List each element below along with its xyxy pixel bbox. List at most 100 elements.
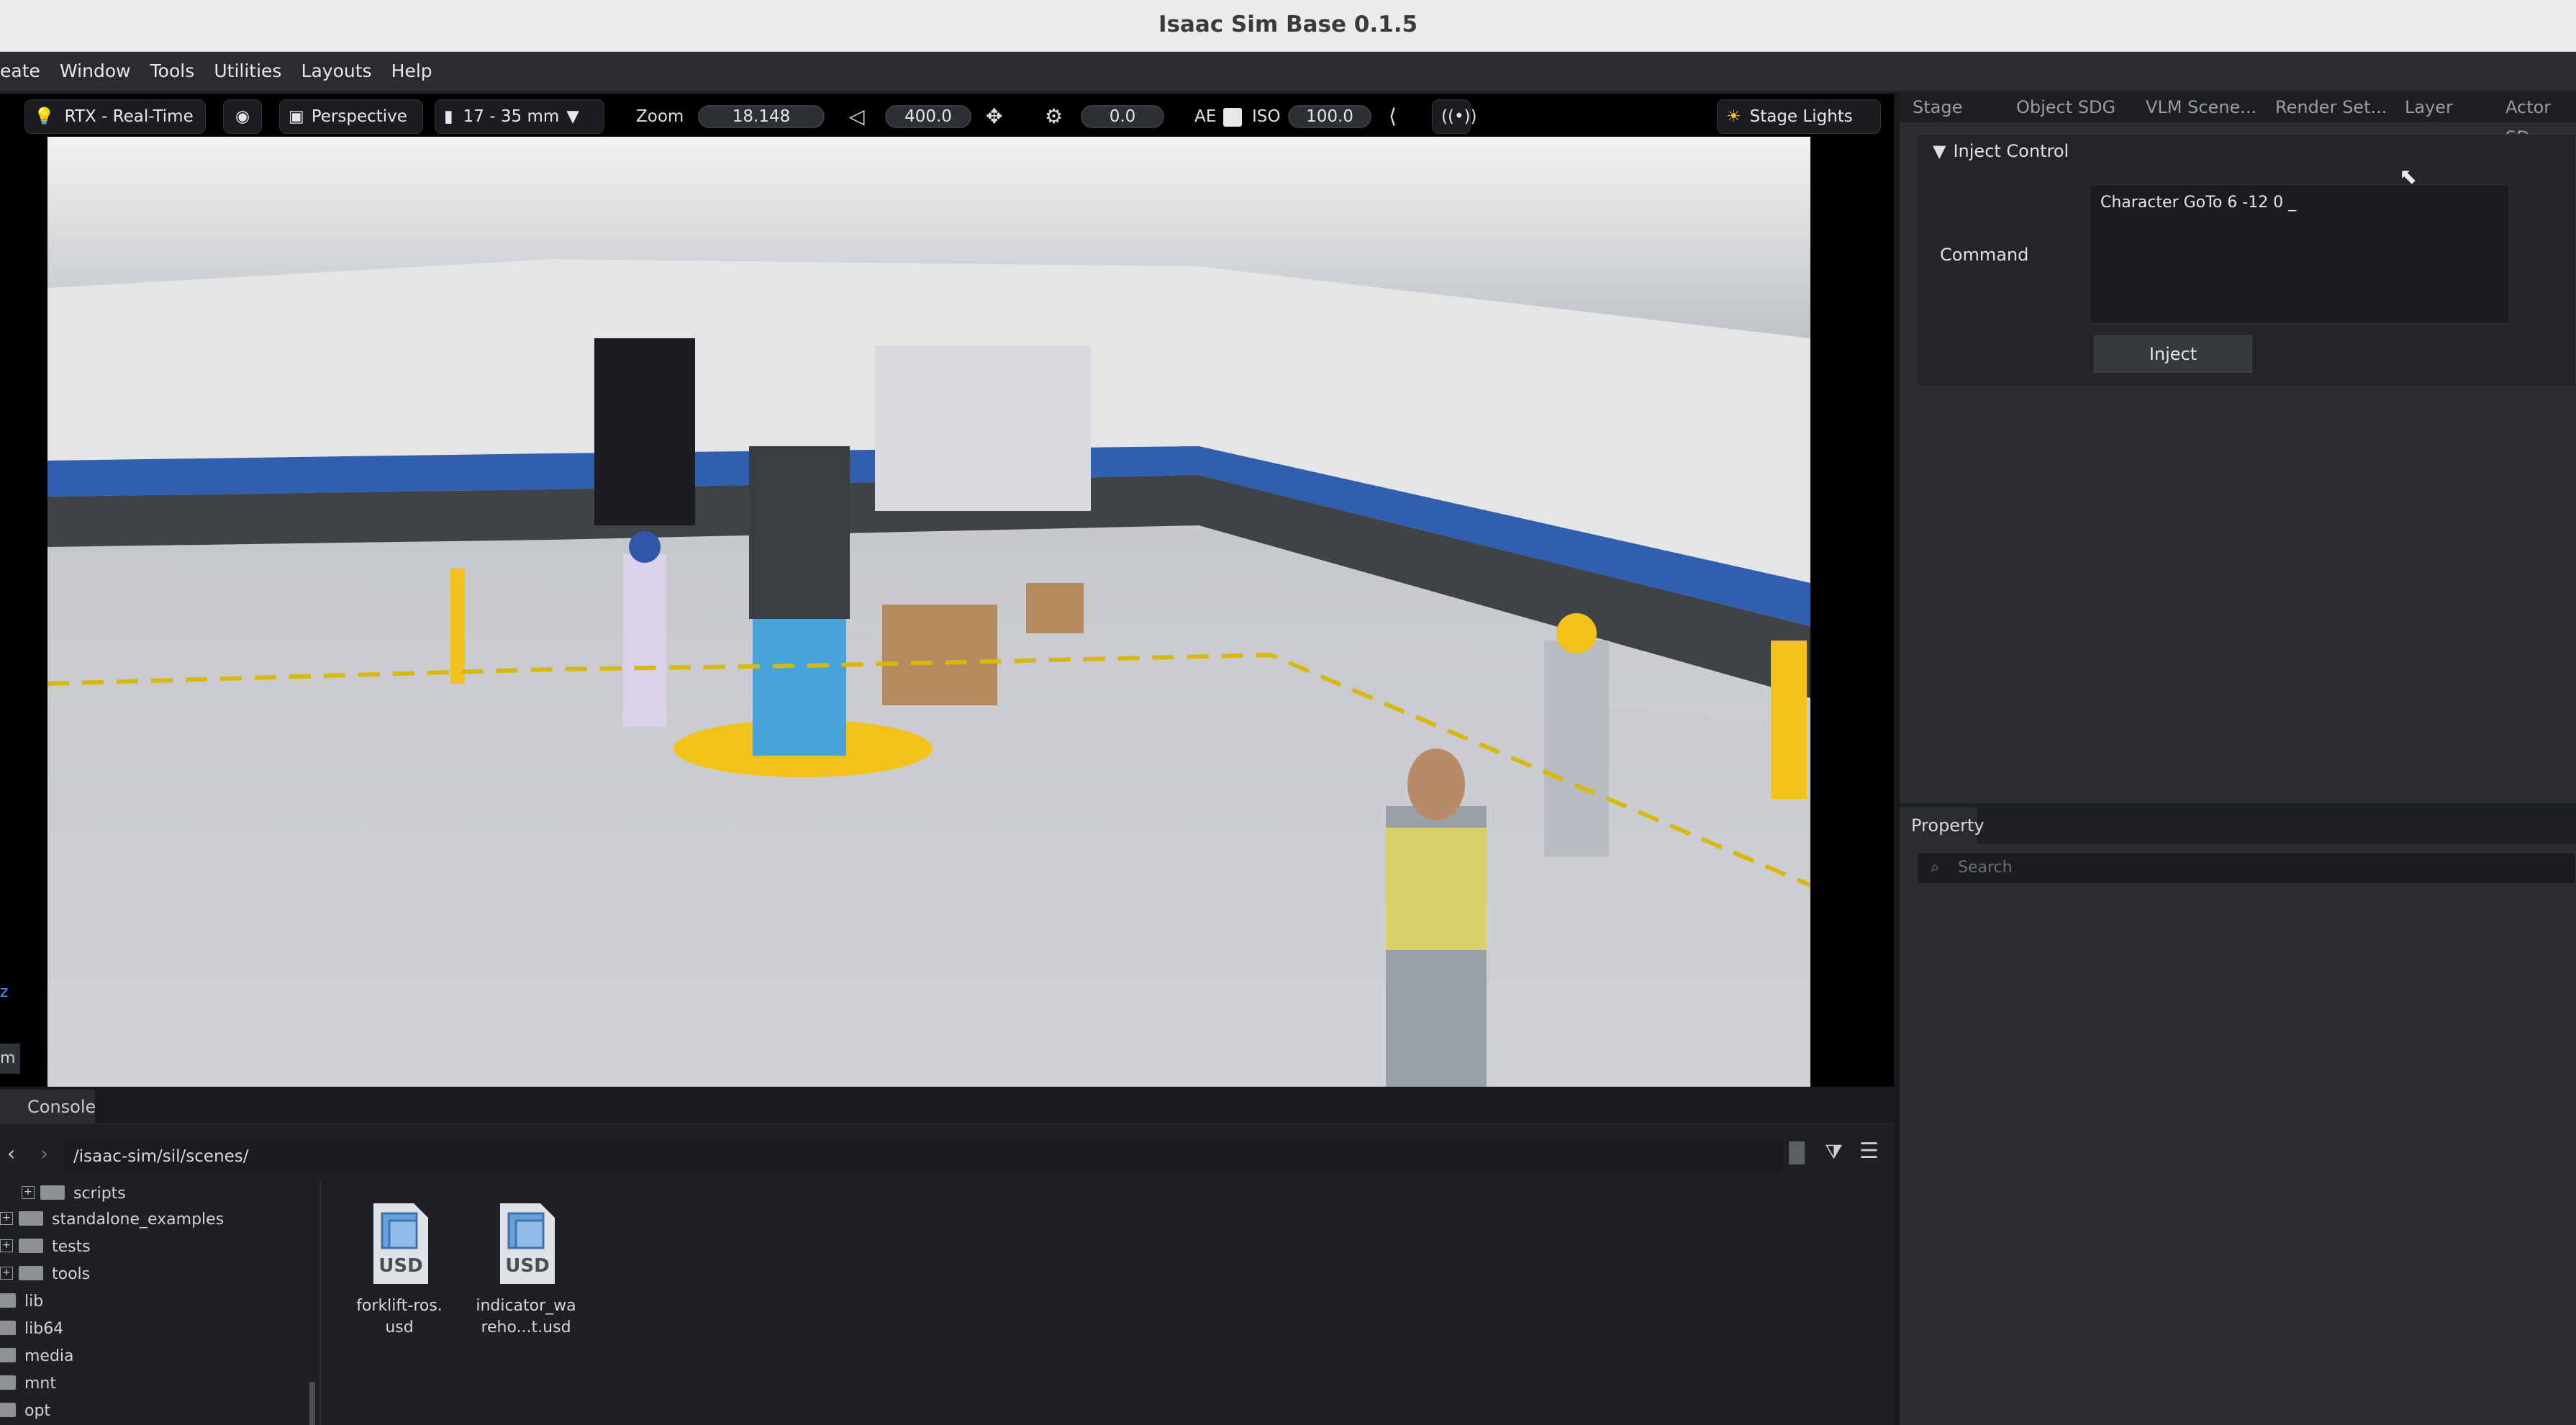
tab-render-settings[interactable]: Render Set... <box>2275 92 2387 122</box>
command-input[interactable]: Character GoTo 6 -12 0 _ <box>2090 184 2510 324</box>
tree-item-label: tests <box>52 1238 91 1256</box>
bottom-tab-bar <box>0 1090 1894 1124</box>
tab-layer[interactable]: Layer <box>2405 92 2453 122</box>
menu-window[interactable]: Window <box>60 55 131 88</box>
file-name: indicator_wa reho...t.usd <box>476 1297 576 1336</box>
command-label: Command <box>1940 245 2029 265</box>
menu-layouts[interactable]: Layouts <box>301 55 372 88</box>
lens-label: 17 - 35 mm <box>463 107 560 126</box>
tree-item-label: mnt <box>24 1375 56 1393</box>
inject-control-header[interactable]: ▼ Inject Control <box>1933 141 2069 161</box>
tree-item-lib64[interactable]: lib64 <box>0 1316 63 1343</box>
tree-item-tests[interactable]: + tests <box>0 1234 91 1261</box>
tree-item-mnt[interactable]: mnt <box>0 1370 56 1398</box>
menu-lines-icon[interactable]: ☰ <box>1859 1139 1879 1164</box>
expand-icon[interactable]: + <box>0 1212 13 1225</box>
panel-splitter[interactable] <box>1894 92 1900 1425</box>
viewport-scene-render[interactable] <box>47 137 1810 1130</box>
property-search-input[interactable]: ⌕ Search <box>1917 852 2576 884</box>
tree-item-tools[interactable]: + tools <box>0 1261 90 1288</box>
folder-icon <box>0 1348 16 1362</box>
film-icon: ▮ <box>444 107 453 126</box>
camera-label: Perspective <box>311 107 407 126</box>
viewport-side-label: m <box>0 1044 20 1074</box>
folder-icon <box>19 1239 43 1253</box>
tree-item-lib[interactable]: lib <box>0 1288 43 1316</box>
tree-item-label: scripts <box>73 1185 126 1203</box>
search-icon: ⌕ <box>1931 859 1940 877</box>
mouse-cursor-icon: ⬉ <box>2399 164 2418 189</box>
bookmark-icon[interactable] <box>1789 1141 1805 1164</box>
visibility-button[interactable]: ◉ <box>223 99 262 134</box>
tree-item-standalone-examples[interactable]: + standalone_examples <box>0 1206 224 1234</box>
broadcast-button[interactable]: ((•)) <box>1432 99 1477 134</box>
tab-actor-sdg[interactable]: Actor SD <box>2505 92 2576 148</box>
collapse-triangle-icon: ▼ <box>1933 141 1946 161</box>
tree-item-label: lib <box>24 1293 44 1311</box>
folder-icon <box>40 1185 65 1200</box>
stage-lights-button[interactable]: ☀ Stage Lights <box>1717 99 1881 134</box>
chevron-left-icon[interactable]: ⟨ <box>1389 102 1397 131</box>
ae-checkbox[interactable] <box>1223 108 1242 127</box>
usd-icon-text: USD <box>505 1255 550 1277</box>
back-arrow-icon[interactable]: ‹ <box>7 1141 15 1165</box>
filter-icon[interactable]: ⧩ <box>1825 1140 1843 1164</box>
inject-control-title: Inject Control <box>1953 141 2069 161</box>
file-tile-indicator-warehouse[interactable]: USD indicator_wa reho...t.usd <box>465 1200 587 1339</box>
tree-scrollbar[interactable] <box>309 1382 315 1425</box>
tree-item-label: standalone_examples <box>52 1211 225 1229</box>
inject-button[interactable]: Inject <box>2094 335 2252 373</box>
expand-icon[interactable]: + <box>0 1239 13 1252</box>
menu-create[interactable]: eate <box>0 55 40 88</box>
lens-dropdown[interactable]: ▮ 17 - 35 mm ▼ <box>435 99 604 134</box>
folder-icon <box>0 1321 16 1335</box>
folder-icon <box>19 1211 43 1226</box>
tab-vlm-scene[interactable]: VLM Scene... <box>2146 92 2257 122</box>
forward-arrow-icon[interactable]: › <box>40 1141 48 1165</box>
iso-label: ISO <box>1252 107 1281 126</box>
menu-utilities[interactable]: Utilities <box>214 55 281 88</box>
warehouse-scene-image <box>47 137 1810 1130</box>
lightbulb-icon: 💡 <box>34 107 55 126</box>
file-name: forklift-ros. usd <box>356 1297 443 1336</box>
camera-button[interactable]: ▣ Perspective <box>279 99 423 134</box>
title-bar: Isaac Sim Base 0.1.5 <box>0 0 2576 52</box>
tree-item-media[interactable]: media <box>0 1343 74 1370</box>
tree-item-label: lib64 <box>24 1320 64 1338</box>
tab-console[interactable]: Console <box>0 1090 96 1124</box>
broadcast-icon: ((•)) <box>1441 107 1477 126</box>
move-icon[interactable]: ✥ <box>986 102 1002 131</box>
file-tile-forklift[interactable]: USD forklift-ros. usd <box>338 1200 461 1339</box>
zoom-label: Zoom <box>636 107 684 126</box>
iso-field[interactable]: 100.0 <box>1288 105 1371 128</box>
menu-help[interactable]: Help <box>391 55 432 88</box>
viewport[interactable]: 💡 RTX - Real-Time ◉ ▣ Perspective ▮ 17 - 35… <box>0 94 1894 1130</box>
usd-file-icon: USD <box>366 1200 432 1287</box>
zoom-field[interactable]: 18.148 <box>698 105 825 128</box>
search-placeholder: Search <box>1958 859 2013 877</box>
tree-item-label: opt <box>24 1402 51 1420</box>
ae-label: AE <box>1194 107 1217 126</box>
horizontal-splitter[interactable] <box>0 1087 1894 1090</box>
tree-item-scripts[interactable]: + scripts <box>22 1180 126 1208</box>
menu-tools[interactable]: Tools <box>150 55 195 88</box>
exposure-field[interactable]: 0.0 <box>1081 105 1164 128</box>
path-input[interactable]: /isaac-sim/sil/scenes/ <box>63 1140 1783 1173</box>
folder-tree: + scripts + standalone_examples + tests + to… <box>0 1180 321 1425</box>
folder-icon <box>0 1403 16 1417</box>
renderer-label: RTX - Real-Time <box>64 107 194 126</box>
fov-icon: ◁ <box>849 104 865 128</box>
folder-icon <box>0 1293 16 1308</box>
expand-icon[interactable]: + <box>22 1186 35 1199</box>
fov-field[interactable]: 400.0 <box>885 105 971 128</box>
usd-file-icon: USD <box>493 1200 559 1287</box>
tab-object-sdg[interactable]: Object SDG <box>2016 92 2115 122</box>
tree-item-opt[interactable]: opt <box>0 1398 50 1425</box>
renderer-button[interactable]: 💡 RTX - Real-Time <box>24 99 206 134</box>
tab-stage[interactable]: Stage <box>1913 92 1962 122</box>
folder-icon <box>19 1266 43 1280</box>
camera-icon: ▣ <box>289 107 304 126</box>
expand-icon[interactable]: + <box>0 1267 13 1280</box>
right-panel-tabs: Stage Object SDG VLM Scene... Render Set… <box>1900 92 2576 148</box>
tab-property[interactable]: Property <box>1900 808 1985 843</box>
